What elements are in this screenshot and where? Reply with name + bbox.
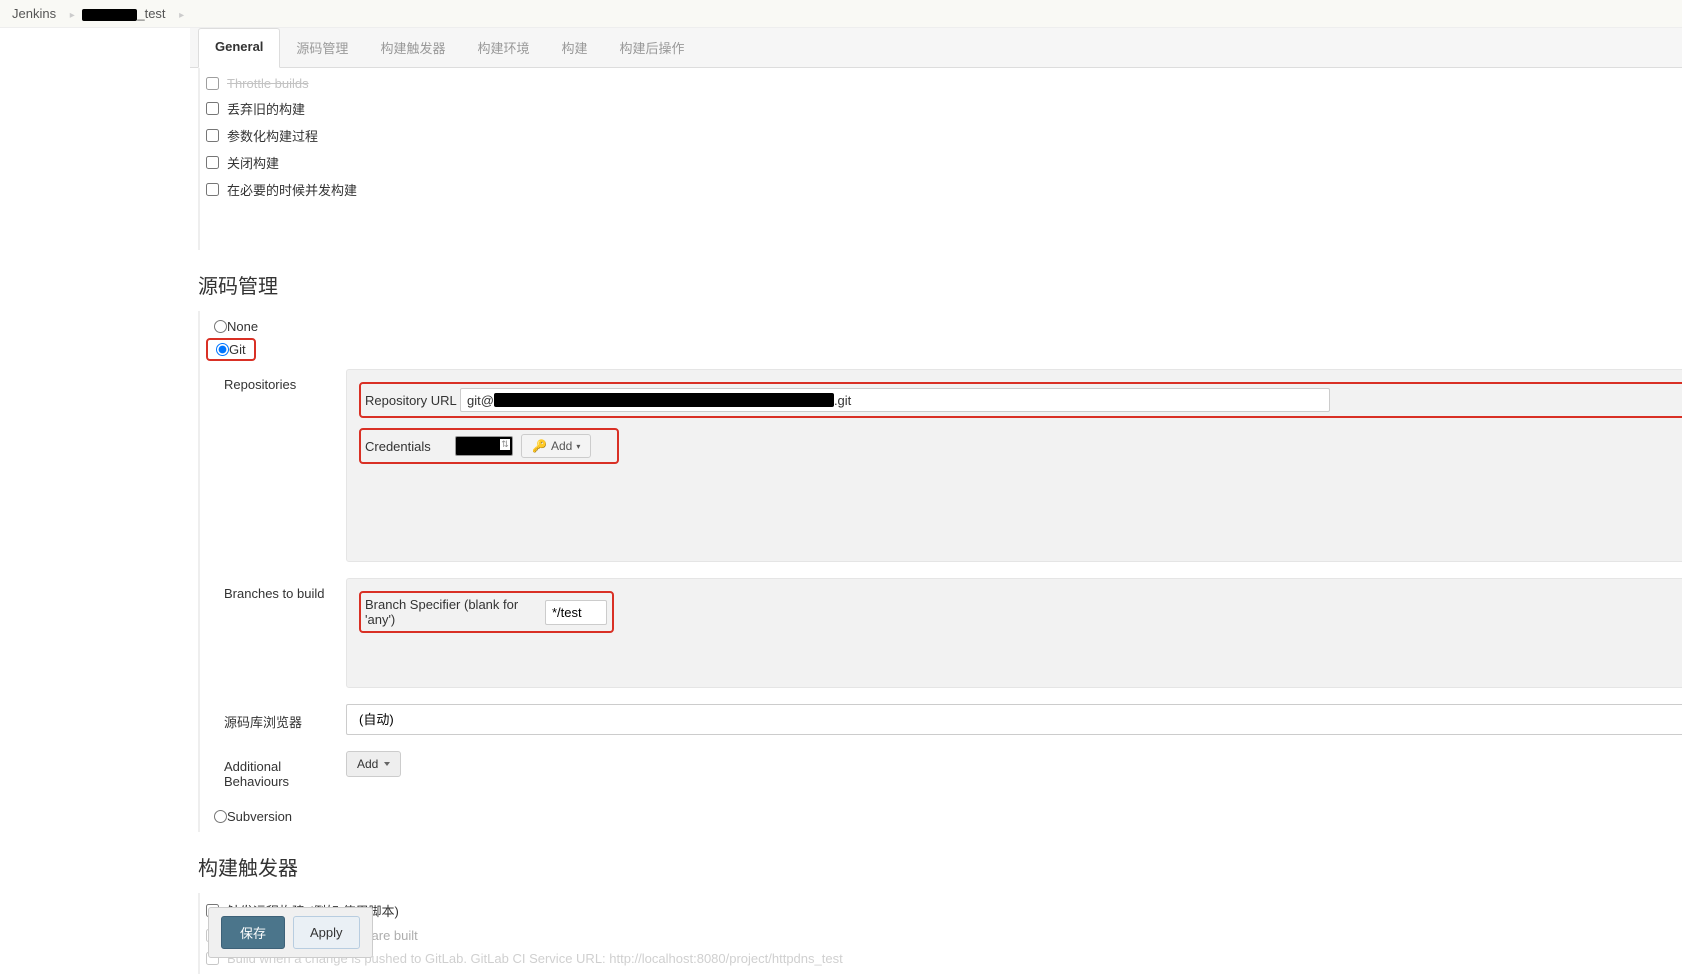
apply-button[interactable]: Apply	[293, 916, 360, 949]
tab-triggers[interactable]: 构建触发器	[364, 28, 461, 67]
tab-post[interactable]: 构建后操作	[603, 28, 700, 67]
key-icon: 🔑	[532, 439, 547, 453]
discard-label: 丢弃旧的构建	[227, 99, 305, 118]
redacted-text	[494, 393, 834, 407]
concurrent-checkbox[interactable]	[206, 183, 219, 196]
behaviours-add-button[interactable]: Add	[346, 751, 401, 777]
tab-general[interactable]: General	[198, 28, 280, 68]
parameterized-checkbox[interactable]	[206, 129, 219, 142]
repositories-label: Repositories	[206, 369, 346, 562]
tab-env[interactable]: 构建环境	[461, 28, 545, 67]
concurrent-label: 在必要的时候并发构建	[227, 180, 357, 199]
branches-body: X ? Branch Specifier (blank for 'any') A…	[346, 578, 1682, 688]
branch-specifier-label: Branch Specifier (blank for 'any')	[365, 597, 545, 627]
scm-git-radio[interactable]	[216, 343, 229, 356]
breadcrumb-sep-icon: ▸	[179, 10, 184, 21]
scm-subversion-radio[interactable]	[214, 810, 227, 823]
save-bar: 保存 Apply	[208, 907, 373, 958]
repositories-body: ? Repository URL git@ .git ?	[346, 369, 1682, 562]
disable-checkbox[interactable]	[206, 156, 219, 169]
repo-browser-select[interactable]: (自动)	[346, 704, 1682, 735]
save-button[interactable]: 保存	[221, 916, 285, 949]
repo-url-label: Repository URL	[365, 393, 460, 408]
triggers-section-title: 构建触发器	[190, 832, 1682, 893]
credentials-add-button[interactable]: 🔑 Add▾	[521, 434, 591, 458]
breadcrumb-root[interactable]: Jenkins	[12, 6, 56, 21]
branches-label: Branches to build	[206, 578, 346, 688]
parameterized-label: 参数化构建过程	[227, 126, 318, 145]
behaviours-label: Additional Behaviours	[206, 751, 346, 789]
disable-label: 关闭构建	[227, 153, 279, 172]
breadcrumb-job[interactable]: _test	[82, 6, 165, 21]
scm-subversion-label: Subversion	[227, 809, 292, 824]
throttle-checkbox[interactable]	[206, 77, 219, 90]
repo-url-input[interactable]: git@ .git	[460, 388, 1330, 412]
chevron-down-icon	[384, 762, 390, 766]
scm-git-label: Git	[229, 342, 246, 357]
scm-none-radio[interactable]	[214, 320, 227, 333]
branch-specifier-input[interactable]	[545, 600, 607, 625]
scm-none-label: None	[227, 319, 258, 334]
tab-build[interactable]: 构建	[545, 28, 603, 67]
breadcrumb-sep-icon: ▸	[70, 10, 75, 21]
discard-checkbox[interactable]	[206, 102, 219, 115]
scm-section-title: 源码管理	[190, 250, 1682, 311]
credentials-label: Credentials	[365, 439, 455, 454]
throttle-label: Throttle builds	[227, 76, 309, 91]
credentials-select[interactable]	[455, 436, 513, 456]
config-tabs: General 源码管理 构建触发器 构建环境 构建 构建后操作	[190, 28, 1682, 68]
tab-scm[interactable]: 源码管理	[280, 28, 364, 67]
breadcrumb: Jenkins ▸ _test ▸	[0, 0, 1682, 28]
redacted-text	[82, 9, 137, 21]
repo-browser-label: 源码库浏览器	[206, 704, 346, 735]
